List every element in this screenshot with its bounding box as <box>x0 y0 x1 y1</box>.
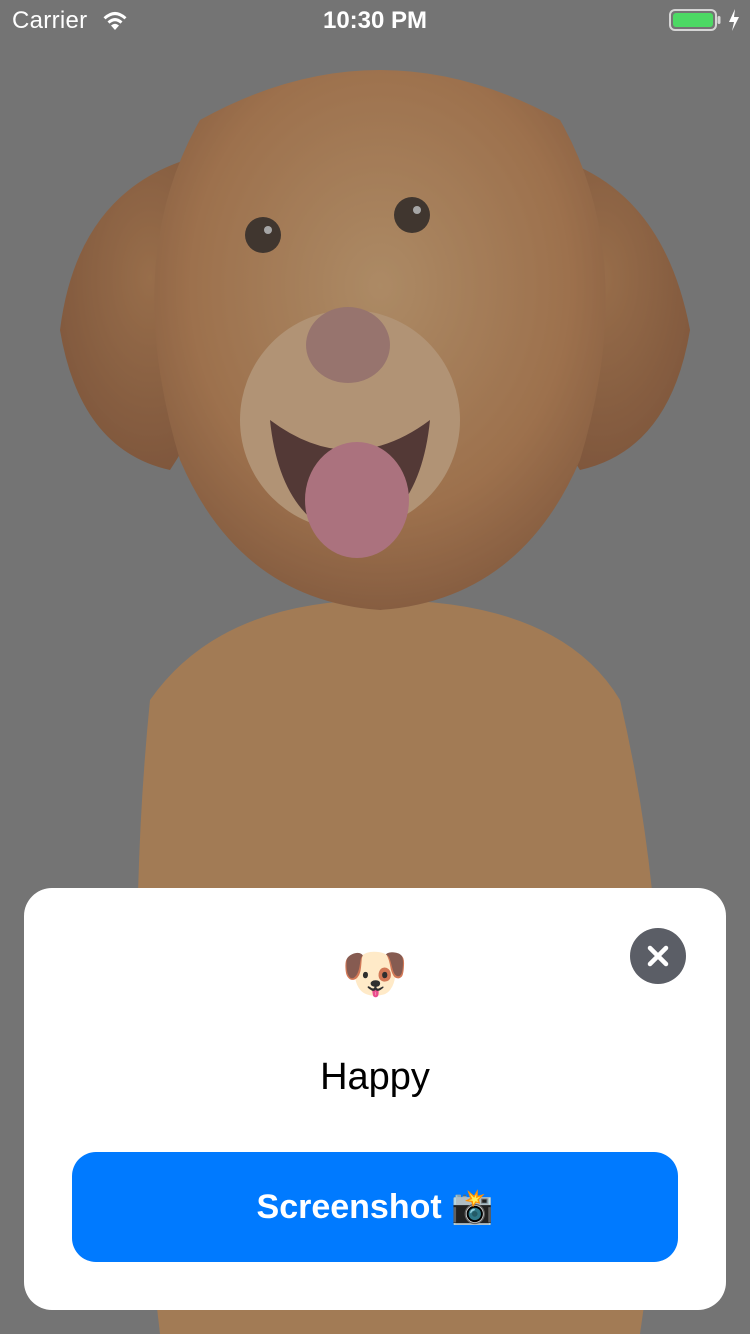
mood-label: Happy <box>320 1056 430 1098</box>
charging-bolt-icon <box>729 9 739 31</box>
app-screen: Carrier 10:30 PM 🐶 Happy Screenshot 📸 <box>0 0 750 1334</box>
dog-face-emoji: 🐶 <box>341 944 409 1004</box>
battery-icon <box>669 9 721 31</box>
screenshot-button[interactable]: Screenshot 📸 <box>72 1152 678 1262</box>
status-bar: Carrier 10:30 PM <box>0 0 750 40</box>
clock: 10:30 PM <box>322 7 428 34</box>
mood-card: 🐶 Happy Screenshot 📸 <box>24 888 726 1310</box>
